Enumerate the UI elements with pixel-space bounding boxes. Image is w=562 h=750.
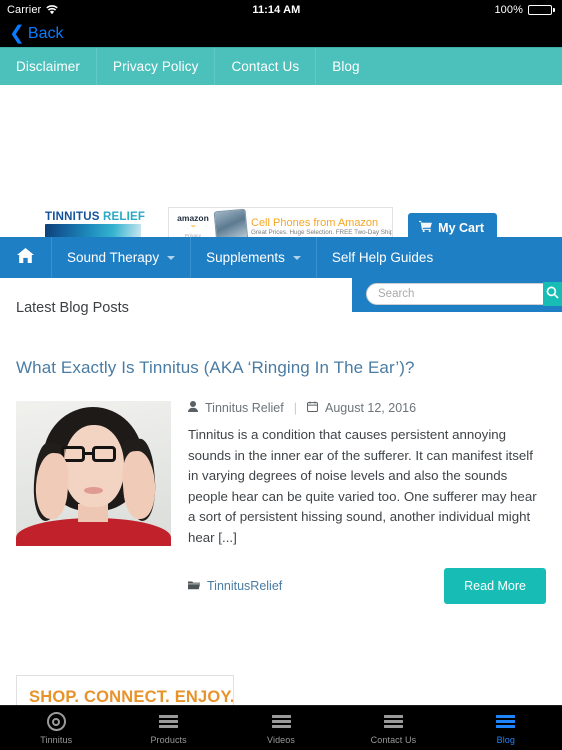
logo-text-primary: TINNITUS: [45, 211, 100, 223]
wifi-icon: [46, 5, 59, 15]
status-bar-left: Carrier: [7, 4, 59, 16]
nav-item-self-help-guides[interactable]: Self Help Guides: [317, 237, 448, 278]
tab-label: Products: [150, 734, 187, 745]
chevron-down-icon: [292, 255, 301, 260]
post-footer: TinnitusRelief Read More: [188, 568, 546, 604]
post-excerpt: Tinnitus is a condition that causes pers…: [188, 427, 537, 545]
tab-bar: Tinnitus Products Videos Contact Us Blog: [0, 705, 562, 750]
nav-item-label: Sound Therapy: [67, 250, 160, 265]
navigation-bar: ❮ Back: [0, 20, 562, 47]
tab-label: Blog: [496, 734, 516, 745]
search-submit-button[interactable]: [543, 281, 562, 306]
post-text-column: Tinnitus Relief | August 12, 2016 Tinnit…: [188, 401, 546, 604]
top-menu-label: Contact Us: [231, 59, 300, 74]
app-screen: Carrier 11:14 AM 100% ❮ Back Disclaimer …: [0, 0, 562, 750]
user-icon: [188, 401, 198, 415]
top-menu-item-disclaimer[interactable]: Disclaimer: [0, 48, 98, 85]
thumbnail-glasses-bridge: [85, 452, 92, 455]
my-cart-label: My Cart: [438, 220, 484, 235]
nav-item-sound-therapy[interactable]: Sound Therapy: [52, 237, 192, 278]
tab-tinnitus[interactable]: Tinnitus: [0, 706, 112, 750]
top-menu-item-contact-us[interactable]: Contact Us: [215, 48, 317, 85]
tab-contact-us[interactable]: Contact Us: [337, 706, 449, 750]
amazon-smile-icon: ⌣: [190, 223, 196, 231]
chevron-down-icon: [167, 255, 176, 260]
carrier-label: Carrier: [7, 4, 42, 16]
tab-blog[interactable]: Blog: [450, 706, 562, 750]
list-icon: [383, 712, 403, 732]
status-bar-right: 100%: [494, 4, 555, 16]
post-author-link[interactable]: Tinnitus Relief: [205, 401, 284, 415]
status-bar-time: 11:14 AM: [252, 4, 301, 16]
amazon-ad-headline: Cell Phones from Amazon: [251, 216, 379, 229]
amazon-logo: amazon ⌣ Privacy: [169, 213, 215, 239]
post-category: TinnitusRelief: [188, 579, 282, 593]
back-button[interactable]: ❮ Back: [9, 24, 64, 43]
post-body: Tinnitus Relief | August 12, 2016 Tinnit…: [16, 401, 546, 604]
top-menu-item-blog[interactable]: Blog: [316, 48, 375, 85]
read-more-button[interactable]: Read More: [444, 568, 546, 604]
post-category-link[interactable]: TinnitusRelief: [207, 579, 282, 593]
target-icon: [46, 712, 66, 732]
thumbnail-face: [64, 425, 124, 507]
top-menu-bar: Disclaimer Privacy Policy Contact Us Blo…: [0, 47, 562, 85]
post-title-link[interactable]: What Exactly Is Tinnitus (AKA ‘Ringing I…: [16, 358, 546, 378]
nav-item-label: Supplements: [206, 250, 285, 265]
page-content: Latest Blog Posts What Exactly Is Tinnit…: [0, 278, 562, 604]
nav-item-supplements[interactable]: Supplements: [191, 237, 317, 278]
back-button-label: Back: [27, 24, 64, 42]
amazon-ad-copy: Cell Phones from Amazon Great Prices. Hu…: [251, 217, 392, 237]
chevron-left-icon: ❮: [9, 23, 25, 44]
amazon-ad-subline: Great Prices. Huge Selection. FREE Two-D…: [251, 229, 392, 237]
battery-percent-label: 100%: [494, 4, 523, 16]
top-menu-label: Blog: [332, 59, 360, 74]
main-navigation: Sound Therapy Supplements Self Help Guid…: [0, 237, 562, 278]
top-menu-label: Privacy Policy: [113, 59, 199, 74]
tab-label: Contact Us: [370, 734, 417, 745]
post-meta: Tinnitus Relief | August 12, 2016: [188, 401, 546, 415]
shopping-cart-icon: [419, 220, 433, 235]
tab-label: Videos: [267, 734, 295, 745]
amazon-ad-subline-text: Great Prices. Huge Selection. FREE Two-D…: [251, 228, 393, 236]
search-icon: [546, 286, 559, 302]
tab-videos[interactable]: Videos: [225, 706, 337, 750]
site-header: TINNITUS RELIEF amazon ⌣ Privacy Cell Ph…: [0, 85, 562, 274]
home-icon: [17, 247, 34, 268]
top-menu-spacer: [376, 48, 562, 85]
bottom-ad-text: SHOP. CONNECT. ENJOY.: [29, 687, 234, 706]
logo-text-secondary: RELIEF: [103, 211, 146, 223]
nav-item-home[interactable]: [0, 237, 52, 278]
status-bar: Carrier 11:14 AM 100%: [0, 0, 562, 20]
post-date: August 12, 2016: [325, 401, 417, 415]
thumbnail-mouth: [84, 487, 103, 494]
amazon-brand-text: amazon: [177, 213, 209, 224]
list-icon: [159, 712, 179, 732]
list-icon: [271, 712, 291, 732]
tab-label: Tinnitus: [40, 734, 73, 745]
top-menu-label: Disclaimer: [16, 59, 81, 74]
search-input[interactable]: [366, 282, 544, 305]
battery-icon: [527, 5, 555, 15]
folder-icon: [188, 580, 200, 593]
meta-separator: |: [293, 401, 297, 415]
search-bar-container: [352, 275, 562, 312]
list-icon: [496, 712, 516, 732]
top-menu-item-privacy-policy[interactable]: Privacy Policy: [97, 48, 216, 85]
thumbnail-glasses-right: [92, 446, 116, 462]
post-thumbnail[interactable]: [16, 401, 171, 546]
logo-text: TINNITUS RELIEF: [45, 211, 145, 223]
calendar-icon: [307, 401, 318, 415]
tab-products[interactable]: Products: [112, 706, 224, 750]
nav-item-label: Self Help Guides: [331, 250, 434, 265]
